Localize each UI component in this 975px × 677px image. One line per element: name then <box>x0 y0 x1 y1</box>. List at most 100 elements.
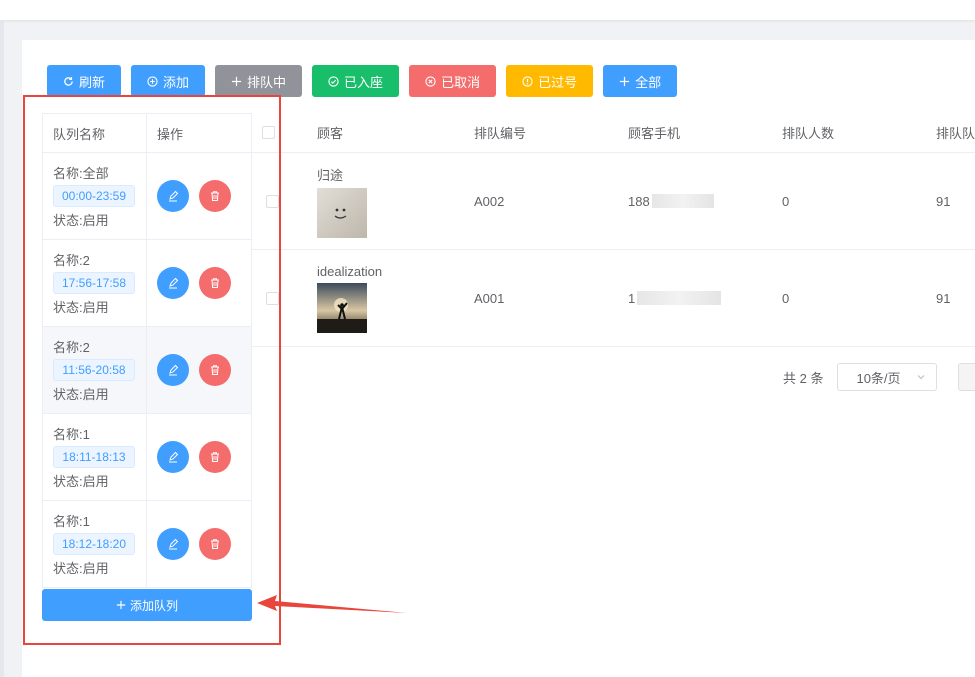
queue-time-tag: 18:12-18:20 <box>53 533 135 555</box>
customer-name: 归途 <box>317 167 344 183</box>
status-toolbar: 刷新 添加 排队中 已入座 已取消 已过号 全部 <box>47 65 678 97</box>
cancelled-label: 已取消 <box>441 74 481 90</box>
queue-number: A002 <box>474 193 505 209</box>
phone-mask <box>637 291 722 305</box>
edit-queue-button[interactable] <box>157 354 189 386</box>
refresh-icon <box>64 76 73 86</box>
add-label: 添加 <box>163 74 190 90</box>
trash-icon <box>211 365 219 375</box>
queue-number: A001 <box>474 290 505 306</box>
queue-row[interactable]: 名称:全部 00:00-23:59 状态:启用 <box>42 153 252 240</box>
edit-icon <box>169 451 179 463</box>
queue-table-header: 队列名称 操作 <box>42 113 252 153</box>
records-table-header: 顾客 排队编号 顾客手机 排队人数 排队队 <box>252 113 975 153</box>
delete-queue-button[interactable] <box>199 528 231 560</box>
queue-status: 状态:启用 <box>53 300 109 315</box>
trash-icon <box>211 539 219 549</box>
edit-icon <box>169 277 179 289</box>
phone-header: 顾客手机 <box>628 126 681 141</box>
page-size-select[interactable]: 10条/页 <box>837 363 938 391</box>
queue-name: 名称:2 <box>53 253 90 268</box>
refresh-label: 刷新 <box>79 74 106 90</box>
table-row[interactable]: 归途 A002 188 0 91 <box>252 153 975 250</box>
cancelled-filter-button[interactable]: 已取消 <box>409 65 497 97</box>
customer-phone: 1 <box>628 290 636 306</box>
edit-queue-button[interactable] <box>157 441 189 473</box>
row-checkbox[interactable] <box>266 194 279 208</box>
queue-list-panel: 队列名称 操作 名称:全部 00:00-23:59 状态:启用 名称:2 17:… <box>42 113 252 588</box>
party-size: 0 <box>782 193 790 209</box>
edit-icon <box>169 538 179 550</box>
delete-queue-button[interactable] <box>199 354 231 386</box>
annotation-arrow-icon <box>257 595 407 613</box>
plus-icon <box>116 600 126 610</box>
plus-icon <box>620 76 630 86</box>
queue-row[interactable]: 名称:1 18:12-18:20 状态:启用 <box>42 501 252 588</box>
queue-row[interactable]: 名称:1 18:11-18:13 状态:启用 <box>42 414 252 501</box>
queue-name-header: 队列名称 <box>43 114 147 152</box>
total-count: 共 2 条 <box>783 370 824 386</box>
customer-avatar <box>317 187 367 238</box>
pagination: 共 2 条 10条/页 <box>783 363 938 391</box>
add-queue-label: 添加队列 <box>129 598 178 613</box>
queue-row[interactable]: 名称:2 17:56-17:58 状态:启用 <box>42 240 252 327</box>
add-queue-button[interactable]: 添加队列 <box>42 589 252 621</box>
customer-avatar <box>317 282 367 333</box>
queue-status: 状态:启用 <box>53 474 109 489</box>
queue-row[interactable]: 名称:2 11:56-20:58 状态:启用 <box>42 327 252 414</box>
queue-name: 名称:1 <box>53 514 90 529</box>
customer-header: 顾客 <box>317 126 344 141</box>
queue-time-tag: 18:11-18:13 <box>53 446 135 468</box>
trash-icon <box>211 278 219 288</box>
number-header: 排队编号 <box>474 126 527 141</box>
seated-filter-button[interactable]: 已入座 <box>312 65 400 97</box>
top-header-bar <box>0 0 975 20</box>
trash-icon <box>211 452 219 462</box>
plus-icon <box>231 76 242 86</box>
phone-mask <box>651 194 714 208</box>
delete-queue-button[interactable] <box>199 267 231 299</box>
circle-info-icon <box>522 75 533 87</box>
edit-queue-button[interactable] <box>157 528 189 560</box>
queue-time-header: 排队队 <box>936 126 975 141</box>
trash-icon <box>211 191 219 201</box>
queue-time: 91 <box>936 290 951 306</box>
edit-queue-button[interactable] <box>157 267 189 299</box>
delete-queue-button[interactable] <box>199 180 231 212</box>
circle-plus-icon <box>147 75 158 87</box>
missed-filter-button[interactable]: 已过号 <box>506 65 594 97</box>
edit-queue-button[interactable] <box>157 180 189 212</box>
queue-time-tag: 11:56-20:58 <box>53 359 135 381</box>
queue-time-tag: 00:00-23:59 <box>53 185 135 207</box>
queue-name: 名称:2 <box>53 340 90 355</box>
missed-label: 已过号 <box>538 74 578 90</box>
refresh-button[interactable]: 刷新 <box>47 65 122 97</box>
chevron-down-icon <box>918 375 925 380</box>
queue-records-table: 顾客 排队编号 顾客手机 排队人数 排队队 归途 A002 188 0 91 i… <box>252 113 975 347</box>
row-checkbox[interactable] <box>266 291 279 305</box>
edit-icon <box>169 190 179 202</box>
circle-close-icon <box>425 75 436 87</box>
select-all-checkbox[interactable] <box>262 126 275 139</box>
queuing-label: 排队中 <box>247 74 287 90</box>
delete-queue-button[interactable] <box>199 441 231 473</box>
queue-time: 91 <box>936 193 951 209</box>
add-button[interactable]: 添加 <box>131 65 206 97</box>
edit-icon <box>169 364 179 376</box>
count-header: 排队人数 <box>782 126 835 141</box>
party-size: 0 <box>782 290 790 306</box>
queue-name: 名称:全部 <box>53 166 109 181</box>
queue-status: 状态:启用 <box>53 213 109 228</box>
prev-page-button[interactable] <box>958 363 975 391</box>
circle-check-icon <box>328 75 339 87</box>
page-size-value: 10条/页 <box>856 370 901 386</box>
queue-status: 状态:启用 <box>53 387 109 402</box>
queuing-filter-button[interactable]: 排队中 <box>215 65 303 97</box>
all-label: 全部 <box>635 74 662 90</box>
queue-time-tag: 17:56-17:58 <box>53 272 135 294</box>
queue-name: 名称:1 <box>53 427 90 442</box>
all-filter-button[interactable]: 全部 <box>603 65 678 97</box>
customer-phone: 188 <box>628 193 650 209</box>
queue-ops-header: 操作 <box>157 126 184 142</box>
table-row[interactable]: idealization A001 1 0 91 <box>252 250 975 347</box>
